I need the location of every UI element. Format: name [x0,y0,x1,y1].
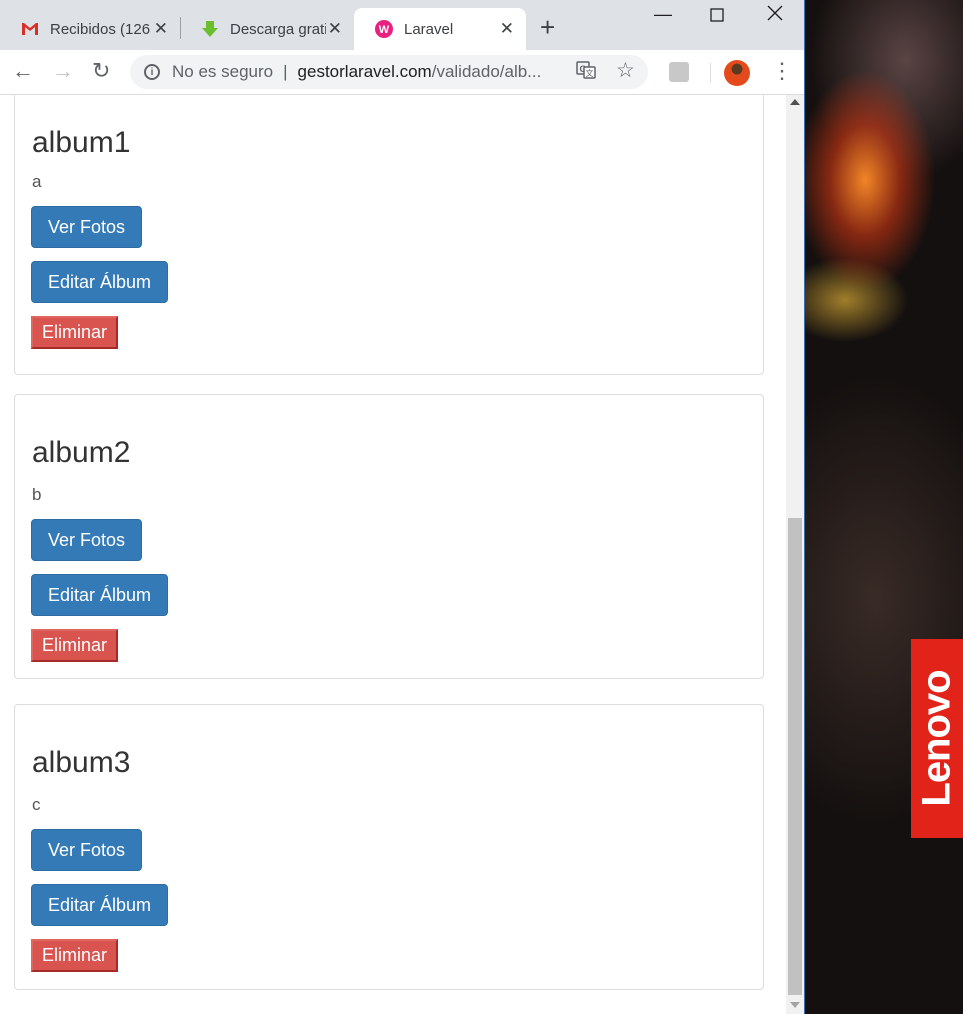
delete-album-button[interactable]: Eliminar [31,316,119,349]
tab-label: Recibidos (126 [50,20,150,38]
url-host: gestorlaravel.com [297,62,432,81]
edit-album-button[interactable]: Editar Álbum [31,574,169,616]
toolbar-divider [710,63,711,83]
vertical-scrollbar[interactable] [786,95,804,1014]
translate-icon[interactable]: G文 [576,60,596,86]
album-title: album1 [32,126,131,159]
url-path: /validado/alb... [431,62,542,81]
close-window-icon[interactable] [767,5,783,26]
omnibox-separator: | [283,62,288,81]
address-bar[interactable]: i No es seguro | gestorlaravel.com/valid… [130,55,648,89]
new-tab-button[interactable]: + [540,14,555,40]
album-description: b [32,485,42,504]
close-icon[interactable]: ✕ [500,19,514,39]
album-title: album2 [32,436,131,469]
security-status[interactable]: No es seguro [172,62,273,82]
scroll-down-arrow-icon[interactable] [790,1002,800,1008]
back-icon[interactable]: ← [12,58,34,84]
page-content: album1 a Ver Fotos Editar Álbum Eliminar… [0,95,786,1014]
album-card: album1 a Ver Fotos Editar Álbum Eliminar [14,95,764,375]
tab-label: Descarga grati [230,20,326,38]
tab-laravel[interactable]: W Laravel ✕ [354,8,526,50]
close-icon[interactable]: ✕ [154,19,168,39]
minimize-icon[interactable]: — [654,4,672,25]
view-photos-button[interactable]: Ver Fotos [31,206,143,248]
tab-gmail[interactable]: Recibidos (126 ✕ [0,8,180,50]
view-photos-button[interactable]: Ver Fotos [31,829,143,871]
tab-label: Laravel [404,20,454,38]
edit-album-button[interactable]: Editar Álbum [31,261,169,303]
scrollbar-thumb[interactable] [788,518,802,995]
album-description: c [32,795,41,814]
lenovo-logo: Lenovo [911,639,963,838]
menu-icon[interactable]: ⋮ [771,58,793,84]
bookmark-star-icon[interactable]: ☆ [616,58,635,83]
browser-window: Recibidos (126 ✕ Descarga grati ✕ W Lara… [0,0,805,1014]
gmail-icon [20,19,40,39]
extension-icon[interactable] [669,62,689,82]
forward-icon[interactable]: → [52,58,74,84]
svg-text:文: 文 [586,68,594,78]
close-icon[interactable]: ✕ [328,19,342,39]
svg-text:W: W [379,24,390,36]
reload-icon[interactable]: ↻ [92,58,110,84]
browser-toolbar: ← → ↻ i No es seguro | gestorlaravel.com… [0,50,804,95]
album-card: album2 b Ver Fotos Editar Álbum Eliminar [14,394,764,679]
scroll-up-arrow-icon[interactable] [790,99,800,105]
maximize-icon[interactable] [710,6,724,27]
album-description: a [32,172,42,191]
delete-album-button[interactable]: Eliminar [31,629,119,662]
tab-strip: Recibidos (126 ✕ Descarga grati ✕ W Lara… [0,0,804,50]
album-title: album3 [32,746,131,779]
tab-descarga[interactable]: Descarga grati ✕ [180,8,354,50]
download-arrow-icon [200,19,220,39]
delete-album-button[interactable]: Eliminar [31,939,119,972]
album-card: album3 c Ver Fotos Editar Álbum Eliminar [14,704,764,990]
view-photos-button[interactable]: Ver Fotos [31,519,143,561]
wamp-icon: W [374,19,394,39]
edit-album-button[interactable]: Editar Álbum [31,884,169,926]
info-icon[interactable]: i [144,64,160,80]
desktop-wallpaper [805,0,963,1014]
profile-avatar[interactable] [724,60,750,86]
